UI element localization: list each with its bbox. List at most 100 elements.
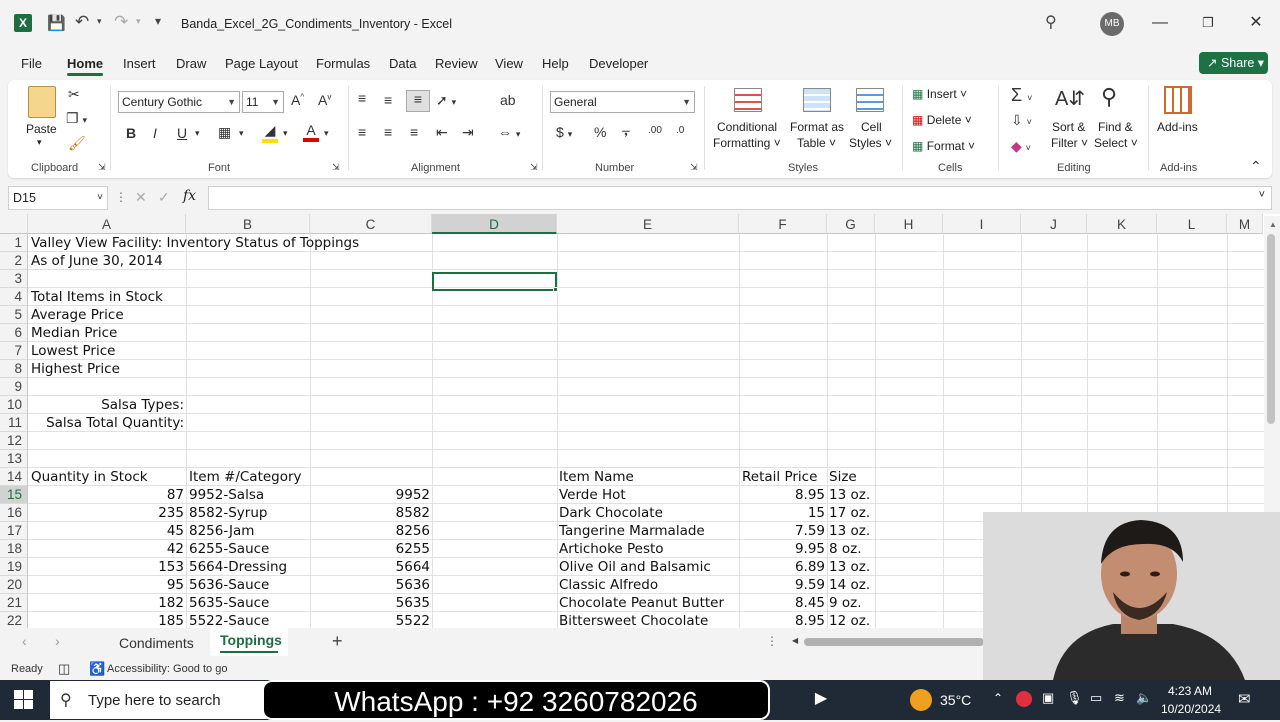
share-button[interactable]: ↗ Share ▾	[1199, 52, 1268, 74]
restore-icon[interactable]: ❐	[1188, 8, 1228, 38]
cell-styles-button[interactable]: Cell	[861, 120, 882, 134]
fill-color-dropdown-icon[interactable]: ▾	[283, 128, 288, 139]
number-launcher-icon[interactable]: ⇲	[690, 162, 698, 173]
format-cells-button[interactable]: ▦ Format ˅	[912, 139, 975, 153]
table-cell-price[interactable]: 9.95	[739, 540, 825, 558]
fill-icon[interactable]: ⇩ ˅	[1011, 112, 1032, 129]
align-center-icon[interactable]: ≡	[384, 124, 392, 140]
row-header[interactable]: 15	[0, 486, 28, 504]
font-launcher-icon[interactable]: ⇲	[332, 162, 340, 173]
cancel-entry-icon[interactable]: ✕	[135, 189, 147, 206]
row-header[interactable]: 8	[0, 360, 28, 378]
font-size-select[interactable]: 11 ▼	[242, 91, 284, 113]
increase-indent-icon[interactable]: ⇥	[462, 124, 474, 141]
increase-font-icon[interactable]: A^	[291, 92, 304, 108]
column-header[interactable]: L	[1157, 214, 1227, 234]
select-all-corner[interactable]	[0, 214, 28, 234]
table-cell-qty[interactable]: 182	[28, 594, 184, 612]
clear-icon[interactable]: ◆ ˅	[1011, 138, 1031, 155]
accessibility-status[interactable]: Accessibility: Good to go	[107, 663, 227, 675]
table-cell-item[interactable]: 8582-Syrup	[189, 504, 309, 522]
tab-home[interactable]: Home	[67, 56, 103, 71]
table-cell-size[interactable]: 14 oz.	[829, 576, 875, 594]
expand-formula-icon[interactable]: ˅	[1259, 189, 1265, 201]
table-cell-name[interactable]: Tangerine Marmalade	[559, 522, 739, 540]
row-header[interactable]: 20	[0, 576, 28, 594]
table-cell-size[interactable]: 9 oz.	[829, 594, 875, 612]
insert-cells-button[interactable]: ▦ Insert ˅	[912, 87, 967, 101]
table-cell-name[interactable]: Olive Oil and Balsamic	[559, 558, 739, 576]
currency-icon[interactable]: $ ▾	[556, 124, 572, 140]
sort-filter-button[interactable]: Sort &	[1052, 120, 1085, 134]
table-cell-qty[interactable]: 87	[28, 486, 184, 504]
table-cell-price[interactable]: 8.95	[739, 612, 825, 628]
percent-icon[interactable]: %	[594, 124, 606, 140]
row-header[interactable]: 21	[0, 594, 28, 612]
table-cell-name[interactable]: Artichoke Pesto	[559, 540, 739, 558]
clock-date[interactable]: 10/20/2024	[1161, 702, 1221, 716]
row-header[interactable]: 7	[0, 342, 28, 360]
scroll-left-icon[interactable]: ◀	[792, 636, 798, 645]
find-select-icon[interactable]: ⚲	[1101, 84, 1117, 110]
row-header[interactable]: 12	[0, 432, 28, 450]
table-cell-num[interactable]: 5522	[310, 612, 430, 628]
delete-cells-button[interactable]: ▦ Delete ˅	[912, 113, 972, 127]
table-cell-num[interactable]: 8582	[310, 504, 430, 522]
weather-icon[interactable]	[910, 689, 932, 711]
align-middle-icon[interactable]: ≡	[384, 92, 392, 108]
active-cell-selection[interactable]	[432, 272, 557, 291]
show-hidden-icons-icon[interactable]: ⌃	[993, 691, 1003, 705]
table-cell-size[interactable]: 12 oz.	[829, 612, 875, 628]
cut-icon[interactable]: ✂	[68, 86, 80, 103]
table-cell-item[interactable]: 6255-Sauce	[189, 540, 309, 558]
tray-app-icon[interactable]: ▣	[1042, 690, 1054, 706]
more-options-icon[interactable]: ⋮	[115, 190, 127, 204]
column-header[interactable]: C	[310, 214, 432, 234]
column-header[interactable]: F	[739, 214, 827, 234]
table-cell-qty[interactable]: 45	[28, 522, 184, 540]
tab-view[interactable]: View	[495, 56, 523, 71]
table-cell-name[interactable]: Verde Hot	[559, 486, 739, 504]
table-cell-size[interactable]: 13 oz.	[829, 486, 875, 504]
table-cell-num[interactable]: 5664	[310, 558, 430, 576]
windows-start-icon[interactable]	[14, 690, 34, 710]
table-cell-qty[interactable]: 185	[28, 612, 184, 628]
tab-file[interactable]: File	[21, 56, 42, 71]
scroll-up-icon[interactable]: ▲	[1269, 220, 1277, 229]
row-header[interactable]: 14	[0, 468, 28, 486]
clock-time[interactable]: 4:23 AM	[1168, 684, 1212, 698]
column-header[interactable]: I	[943, 214, 1021, 234]
tab-page-layout[interactable]: Page Layout	[225, 56, 298, 71]
app-icon[interactable]: ▶	[810, 688, 832, 710]
table-cell-qty[interactable]: 235	[28, 504, 184, 522]
formula-input[interactable]: ˅	[208, 186, 1272, 210]
table-cell-item[interactable]: 9952-Salsa	[189, 486, 309, 504]
table-cell-price[interactable]: 6.89	[739, 558, 825, 576]
table-cell-size[interactable]: 17 oz.	[829, 504, 875, 522]
underline-dropdown-icon[interactable]: ▾	[195, 128, 200, 139]
align-left-icon[interactable]: ≡	[358, 124, 366, 140]
row-header[interactable]: 11	[0, 414, 28, 432]
row-header[interactable]: 10	[0, 396, 28, 414]
minimize-icon[interactable]: —	[1140, 8, 1180, 38]
sort-filter-icon[interactable]: A⇵	[1055, 86, 1085, 111]
decrease-indent-icon[interactable]: ⇤	[436, 124, 448, 141]
underline-icon[interactable]: U	[177, 125, 187, 141]
column-header[interactable]: B	[186, 214, 310, 234]
table-cell-name[interactable]: Chocolate Peanut Butter	[559, 594, 739, 612]
row-header[interactable]: 4	[0, 288, 28, 306]
format-as-table-button[interactable]: Format as	[790, 120, 844, 134]
row-header[interactable]: 22	[0, 612, 28, 628]
search-icon[interactable]: ⚲	[1045, 12, 1057, 32]
table-cell-num[interactable]: 5635	[310, 594, 430, 612]
table-cell-num[interactable]: 6255	[310, 540, 430, 558]
copy-icon[interactable]: ❐ ▾	[66, 110, 87, 127]
align-top-icon[interactable]: ≡	[358, 90, 366, 106]
autosum-icon[interactable]: Σ ˅	[1011, 85, 1032, 106]
undo-dropdown-icon[interactable]: ▾	[97, 16, 102, 27]
notifications-icon[interactable]: ✉	[1238, 690, 1251, 708]
table-cell-num[interactable]: 9952	[310, 486, 430, 504]
customize-toolbar-icon[interactable]: ▾	[155, 14, 161, 28]
collapse-ribbon-icon[interactable]: ⌃	[1250, 158, 1262, 175]
horizontal-scrollbar-thumb[interactable]	[804, 638, 984, 646]
